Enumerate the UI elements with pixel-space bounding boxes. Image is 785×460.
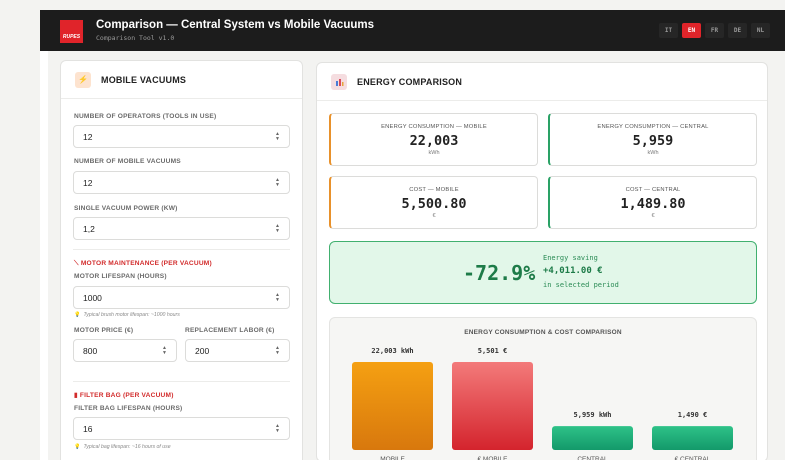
lightbulb-icon: 💡 xyxy=(74,444,81,450)
mobile-vacuums-panel: ⚡ MOBILE VACUUMS NUMBER OF OPERATORS (TO… xyxy=(60,60,303,460)
power-value: 1,2 xyxy=(83,223,95,234)
card-value: 5,959 xyxy=(632,133,674,149)
cost-mobile-card: COST — MOBILE 5,500.80 € xyxy=(329,176,538,229)
language-switcher: IT EN FR DE NL xyxy=(659,23,770,38)
card-label: ENERGY CONSUMPTION — MOBILE xyxy=(381,124,487,130)
operators-input[interactable]: 12 ▲ ▼ xyxy=(73,125,290,148)
section-divider xyxy=(73,249,290,250)
operators-label: NUMBER OF OPERATORS (TOOLS IN USE) xyxy=(74,113,217,120)
card-label: COST — MOBILE xyxy=(409,187,459,193)
filter-lifespan-label: FILTER BAG LIFESPAN (HOURS) xyxy=(74,405,183,412)
panel-header: ENERGY COMPARISON xyxy=(317,63,767,101)
spinner-icon[interactable]: ▲ ▼ xyxy=(275,424,280,434)
motor-lifespan-input[interactable]: 1000 ▲ ▼ xyxy=(73,286,290,309)
motor-lifespan-value: 1000 xyxy=(83,292,102,303)
chart-bar xyxy=(352,362,433,450)
chart-bar xyxy=(452,362,533,450)
cost-central-card: COST — CENTRAL 1,489.80 € xyxy=(548,176,757,229)
card-label: COST — CENTRAL xyxy=(625,187,681,193)
spinner-icon[interactable]: ▲ ▼ xyxy=(275,346,280,356)
bar-value-label: 5,501 € xyxy=(478,347,508,355)
category-label: MOBILE xyxy=(380,456,405,460)
vacuums-label: NUMBER OF MOBILE VACUUMS xyxy=(74,158,181,165)
energy-central-card: ENERGY CONSUMPTION — CENTRAL 5,959 kWh xyxy=(548,113,757,166)
lightbulb-icon: 💡 xyxy=(74,312,81,318)
comparison-chart: ENERGY CONSUMPTION & COST COMPARISON 22,… xyxy=(329,317,757,460)
power-input[interactable]: 1,2 ▲ ▼ xyxy=(73,217,290,240)
labor-value: 200 xyxy=(195,345,210,356)
spinner-icon[interactable]: ▲ ▼ xyxy=(275,293,280,303)
filter-lifespan-input[interactable]: 16 ▲ ▼ xyxy=(73,417,290,440)
labor-input[interactable]: 200 ▲ ▼ xyxy=(185,339,290,362)
saving-period: in selected period xyxy=(543,281,619,289)
chart-bar xyxy=(652,426,733,450)
saving-value: +4,011.00 € xyxy=(543,266,603,276)
spinner-icon[interactable]: ▲ ▼ xyxy=(162,346,167,356)
motor-price-value: 800 xyxy=(83,345,98,356)
bar-value-label: 22,003 kWh xyxy=(371,347,413,355)
card-value: 5,500.80 xyxy=(401,196,467,212)
bar-value-label: 5,959 kWh xyxy=(574,411,612,419)
panel-header: ⚡ MOBILE VACUUMS xyxy=(61,61,302,99)
category-label: € CENTRAL xyxy=(675,456,711,460)
saving-percent: -72.9% xyxy=(463,261,536,285)
app-title: Comparison — Central System vs Mobile Va… xyxy=(96,19,374,31)
card-unit: kWh xyxy=(428,150,440,156)
app-subtitle: Comparison Tool v1.0 xyxy=(96,34,175,42)
spinner-icon[interactable]: ▲ ▼ xyxy=(275,132,280,142)
motor-section-title: ⟍ MOTOR MAINTENANCE (PER VACUUM) xyxy=(74,260,212,267)
lang-de-button[interactable]: DE xyxy=(728,23,747,38)
motor-price-label: MOTOR PRICE (€) xyxy=(74,327,134,334)
card-value: 1,489.80 xyxy=(620,196,686,212)
energy-saving-banner: -72.9% Energy saving +4,011.00 € in sele… xyxy=(329,241,757,304)
labor-label: REPLACEMENT LABOR (€) xyxy=(185,327,275,334)
lang-it-button[interactable]: IT xyxy=(659,23,678,38)
filter-section-title: ▮ FILTER BAG (PER VACUUM) xyxy=(74,392,174,399)
card-label: ENERGY CONSUMPTION — CENTRAL xyxy=(597,124,709,130)
brand-logo: RUPES xyxy=(60,20,83,43)
filter-lifespan-value: 16 xyxy=(83,423,93,434)
card-unit: € xyxy=(432,213,436,219)
panel-title: MOBILE VACUUMS xyxy=(101,74,187,85)
lang-en-button[interactable]: EN xyxy=(682,23,701,38)
energy-comparison-panel: ENERGY COMPARISON ENERGY CONSUMPTION — M… xyxy=(316,62,768,460)
chart-bar xyxy=(552,426,633,450)
page-gutter xyxy=(40,51,48,460)
spinner-icon[interactable]: ▲ ▼ xyxy=(275,178,280,188)
saving-label: Energy saving xyxy=(543,254,598,262)
vacuums-value: 12 xyxy=(83,177,93,188)
category-label: CENTRAL xyxy=(577,456,608,460)
vacuums-input[interactable]: 12 ▲ ▼ xyxy=(73,171,290,194)
panel-title: ENERGY COMPARISON xyxy=(357,76,463,87)
section-divider xyxy=(73,381,290,382)
power-label: SINGLE VACUUM POWER (KW) xyxy=(74,205,178,212)
motor-lifespan-label: MOTOR LIFESPAN (HOURS) xyxy=(74,273,167,280)
lightning-icon: ⚡ xyxy=(75,71,91,88)
lang-fr-button[interactable]: FR xyxy=(705,23,724,38)
bar-chart: 22,003 kWh MOBILE 5,501 € € MOBILE 5,959 kWh… xyxy=(352,347,733,460)
category-label: € MOBILE xyxy=(478,456,509,460)
bar-value-label: 1,490 € xyxy=(678,411,708,419)
spinner-icon[interactable]: ▲ ▼ xyxy=(275,224,280,234)
motor-hint: 💡 Typical brush motor lifespan: ~1000 hou… xyxy=(74,312,180,318)
motor-price-input[interactable]: 800 ▲ ▼ xyxy=(73,339,177,362)
card-unit: kWh xyxy=(647,150,659,156)
energy-mobile-card: ENERGY CONSUMPTION — MOBILE 22,003 kWh xyxy=(329,113,538,166)
filter-hint: 💡 Typical bag lifespan: ~16 hours of use xyxy=(74,444,171,450)
card-unit: € xyxy=(651,213,655,219)
card-value: 22,003 xyxy=(409,133,459,149)
bar-chart-icon xyxy=(331,73,347,90)
operators-value: 12 xyxy=(83,131,93,142)
lang-nl-button[interactable]: NL xyxy=(751,23,770,38)
top-bar: RUPES Comparison — Central System vs Mob… xyxy=(40,10,785,51)
wrench-icon: ⟍ xyxy=(74,260,81,267)
